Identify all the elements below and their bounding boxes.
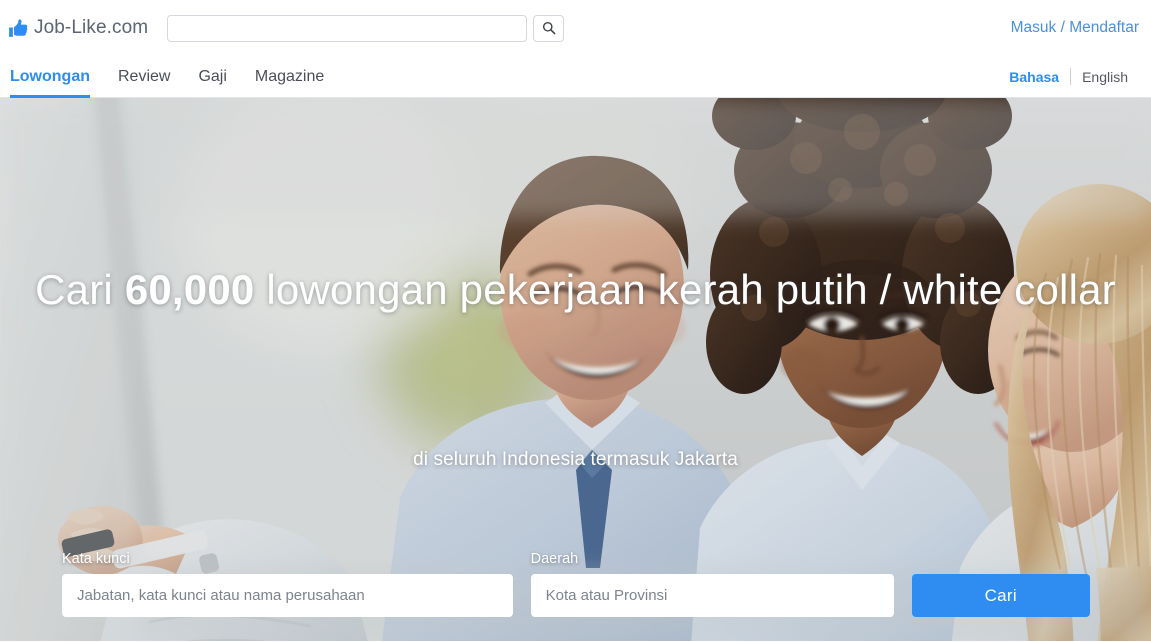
- hero-headline: Cari 60,000 lowongan pekerjaan kerah put…: [0, 266, 1151, 314]
- keyword-field-group: Kata kunci: [62, 551, 513, 617]
- header-search-group: [167, 14, 565, 42]
- nav-item-lowongan[interactable]: Lowongan: [10, 56, 108, 98]
- header-search-input[interactable]: [167, 14, 528, 42]
- nav-item-list: Lowongan Review Gaji Magazine: [10, 56, 352, 98]
- keyword-label: Kata kunci: [62, 551, 130, 567]
- location-input[interactable]: [530, 574, 894, 617]
- headline-suffix: lowongan pekerjaan kerah putih / white c…: [254, 266, 1116, 313]
- nav-item-gaji[interactable]: Gaji: [198, 56, 244, 97]
- search-submit-button[interactable]: Cari: [911, 574, 1090, 617]
- language-option-english[interactable]: English: [1071, 69, 1139, 85]
- headline-prefix: Cari: [35, 266, 125, 313]
- main-navigation: Lowongan Review Gaji Magazine Bahasa Eng…: [0, 56, 1151, 98]
- brand-name: Job-Like.com: [34, 17, 149, 38]
- location-label: Daerah: [530, 551, 579, 567]
- job-search-form: Kata kunci Daerah Cari: [62, 551, 1090, 617]
- language-option-bahasa[interactable]: Bahasa: [998, 69, 1070, 85]
- site-header: Job-Like.com Masuk / Mendaftar: [0, 0, 1151, 56]
- nav-item-magazine[interactable]: Magazine: [255, 56, 342, 97]
- hero-banner: Cari 60,000 lowongan pekerjaan kerah put…: [0, 98, 1151, 641]
- keyword-input[interactable]: [62, 574, 513, 617]
- thumbs-up-icon: [9, 18, 28, 37]
- hero-subheadline: di seluruh Indonesia termasuk Jakarta: [413, 449, 738, 470]
- nav-item-review[interactable]: Review: [118, 56, 188, 97]
- location-field-group: Daerah: [530, 551, 894, 617]
- hero-content: Cari 60,000 lowongan pekerjaan kerah put…: [0, 98, 1151, 641]
- header-search-button[interactable]: [533, 14, 565, 42]
- language-switcher: Bahasa English: [998, 56, 1139, 97]
- headline-job-count: 60,000: [124, 266, 255, 313]
- brand-logo[interactable]: Job-Like.com: [8, 17, 148, 40]
- search-icon: [542, 21, 556, 35]
- login-register-link[interactable]: Masuk / Mendaftar: [1011, 19, 1139, 37]
